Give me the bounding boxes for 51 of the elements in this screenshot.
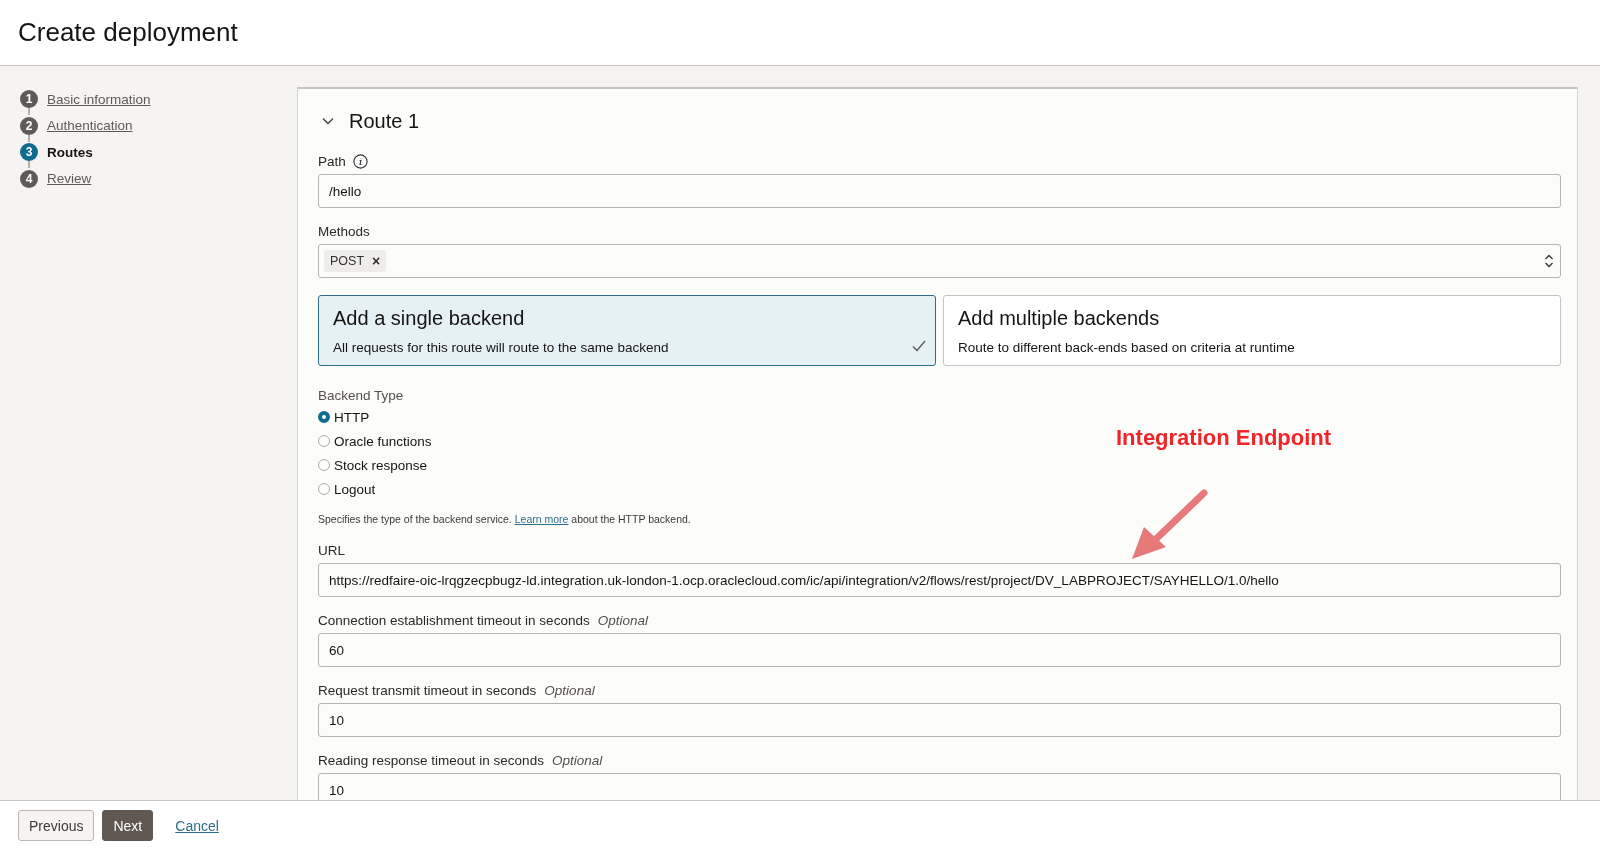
sort-caret-icon	[1544, 253, 1554, 269]
radio-button[interactable]	[318, 435, 330, 447]
timeout-field[interactable]: 60	[318, 633, 1561, 667]
page-title: Create deployment	[18, 17, 238, 48]
timeout-label: Request transmit timeout in seconds	[318, 682, 537, 698]
backend-option-card[interactable]: Add multiple backends Route to different back-ends based on criteria at runtime	[943, 295, 1561, 366]
step-number-icon: 1	[20, 90, 38, 109]
path-field[interactable]: /hello	[318, 174, 1561, 208]
radio-button[interactable]	[318, 459, 330, 471]
info-icon[interactable]	[352, 153, 368, 169]
step-link[interactable]: Review	[47, 171, 92, 187]
step-link[interactable]: Basic information	[47, 91, 151, 107]
radio-label[interactable]: Logout	[334, 481, 376, 497]
option-description: All requests for this route will route to the same backend	[333, 340, 669, 355]
route-title: Route 1	[349, 109, 420, 133]
option-description: Route to different back-ends based on criteria at runtime	[958, 340, 1295, 355]
remove-chip-button[interactable]: ×	[372, 253, 381, 269]
step-number-icon: 2	[20, 116, 38, 135]
previous-button[interactable]: Previous	[18, 810, 95, 841]
methods-label: Methods	[318, 223, 370, 239]
optional-hint: Optional	[551, 752, 603, 768]
help-text: Specifies the type of the backend service. Learn more about the HTTP backend.	[318, 512, 692, 527]
step-number-icon: 3	[20, 143, 38, 162]
methods-select[interactable]: POST ×	[318, 244, 1561, 278]
radio-button[interactable]	[318, 483, 330, 495]
annotation-text: Integration Endpoint	[1116, 425, 1332, 451]
option-title: Add multiple backends	[958, 306, 1161, 331]
learn-more-link[interactable]: Learn more	[514, 513, 569, 525]
optional-hint: Optional	[544, 682, 595, 698]
url-label: URL	[318, 542, 345, 558]
cancel-link[interactable]: Cancel	[165, 810, 229, 841]
checkmark-icon	[912, 340, 926, 352]
timeout-field[interactable]: 10	[318, 703, 1561, 737]
timeout-label: Reading response timeout in seconds	[318, 752, 544, 768]
next-button[interactable]: Next	[102, 810, 154, 841]
step-link[interactable]: Routes	[47, 144, 93, 160]
radio-label[interactable]: Stock response	[334, 457, 428, 473]
backend-type-label: Backend Type	[318, 387, 404, 403]
timeout-field[interactable]: 10	[318, 773, 1561, 800]
radio-button[interactable]	[318, 411, 330, 423]
url-field[interactable]: https://redfaire-oic-lrqgzecpbugz-ld.integration.uk-london-1.ocp.oraclecloud.com/ic/api/integration/v2/flows/rest/project/DV_LABPROJECT/SAYHELLO/1.0/hello	[318, 563, 1561, 597]
step-number-icon: 4	[20, 169, 38, 188]
path-label: Path	[318, 153, 346, 169]
optional-hint: Optional	[597, 612, 648, 628]
step-link[interactable]: Authentication	[47, 118, 133, 134]
timeout-label: Connection establishment timeout in seconds	[318, 612, 590, 628]
radio-label[interactable]: HTTP	[334, 409, 370, 425]
chip-label: POST	[330, 254, 365, 268]
backend-option-card[interactable]: Add a single backend All requests for this route will route to the same backend	[318, 295, 936, 366]
option-title: Add a single backend	[333, 306, 526, 331]
radio-label[interactable]: Oracle functions	[334, 433, 432, 449]
